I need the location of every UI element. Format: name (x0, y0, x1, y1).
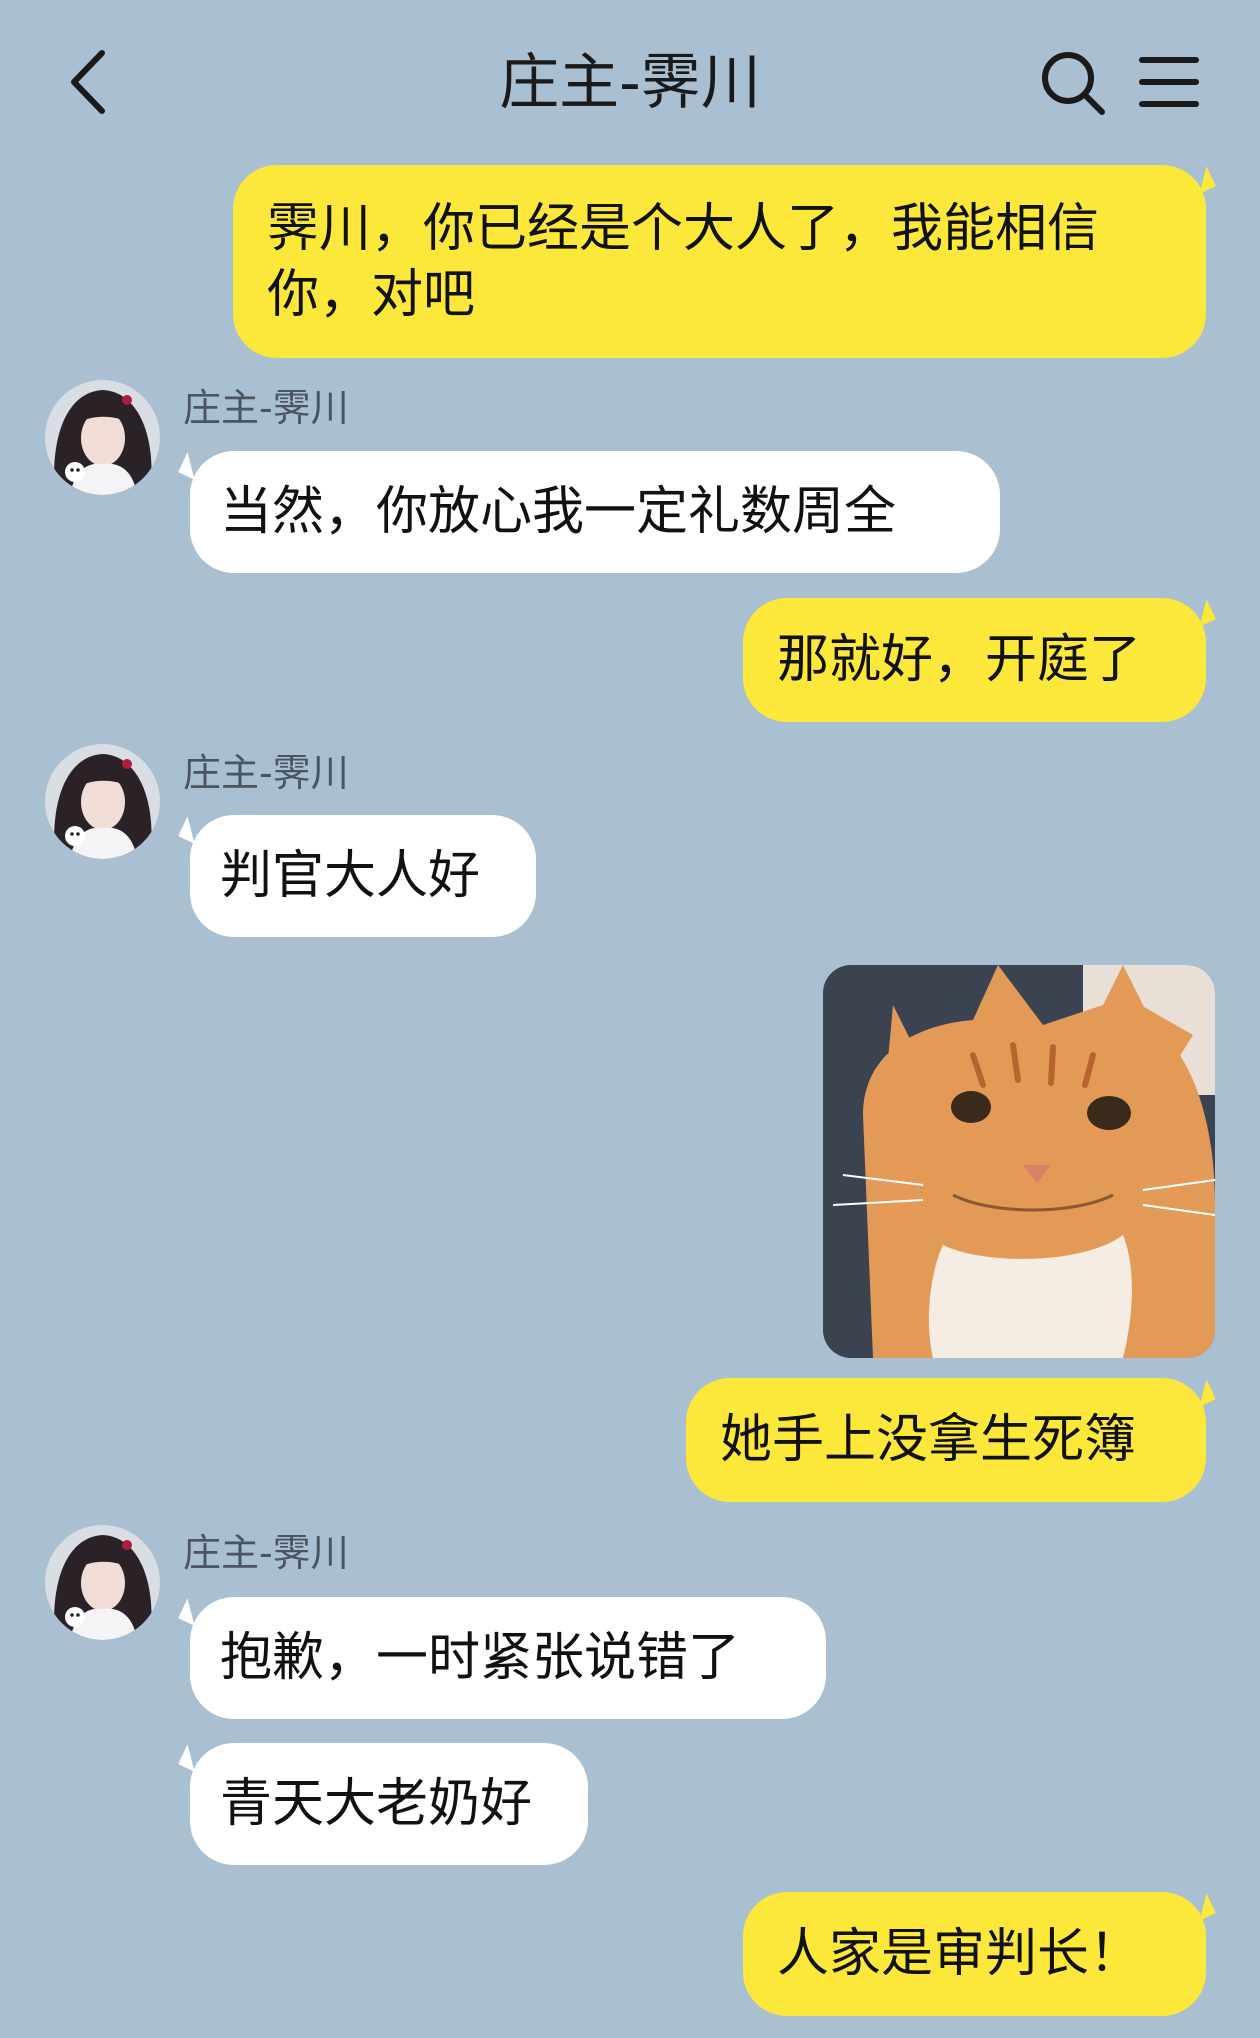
message-text: 她手上没拿生死簿 (720, 1410, 1137, 1470)
avatar[interactable] (45, 380, 160, 495)
their-message-bubble[interactable]: 抱歉，一时紧张说错了 (190, 1597, 826, 1719)
message-text: 当然，你放心我一定礼数周全 (220, 482, 897, 542)
sender-name: 庄主-霁川 (183, 386, 349, 430)
avatar[interactable] (45, 744, 160, 859)
sender-name: 庄主-霁川 (183, 751, 349, 795)
search-icon[interactable] (1038, 48, 1108, 118)
their-message-bubble[interactable]: 青天大老奶好 (190, 1743, 588, 1865)
their-message-bubble[interactable]: 判官大人好 (190, 815, 536, 937)
my-message-bubble[interactable]: 她手上没拿生死簿 (686, 1378, 1206, 1502)
message-text: 人家是审判长！ (777, 1924, 1142, 1984)
their-message-bubble[interactable]: 当然，你放心我一定礼数周全 (190, 451, 1000, 573)
my-message-bubble[interactable]: 那就好，开庭了 (743, 598, 1206, 722)
message-text: 那就好，开庭了 (777, 630, 1142, 690)
message-text: 霁川，你已经是个大人了，我能相信你，对吧 (267, 198, 1100, 325)
my-message-bubble[interactable]: 人家是审判长！ (743, 1892, 1206, 2016)
avatar[interactable] (45, 1525, 160, 1640)
orange-cat-sticker[interactable] (823, 965, 1215, 1358)
top-bar: 庄主-霁川 (0, 0, 1260, 165)
message-text: 抱歉，一时紧张说错了 (220, 1628, 741, 1688)
message-text: 判官大人好 (220, 846, 481, 906)
my-message-bubble[interactable]: 霁川，你已经是个大人了，我能相信你，对吧 (233, 165, 1206, 358)
message-text: 青天大老奶好 (220, 1774, 533, 1834)
sender-name: 庄主-霁川 (183, 1531, 349, 1575)
menu-icon[interactable] (1138, 52, 1200, 112)
